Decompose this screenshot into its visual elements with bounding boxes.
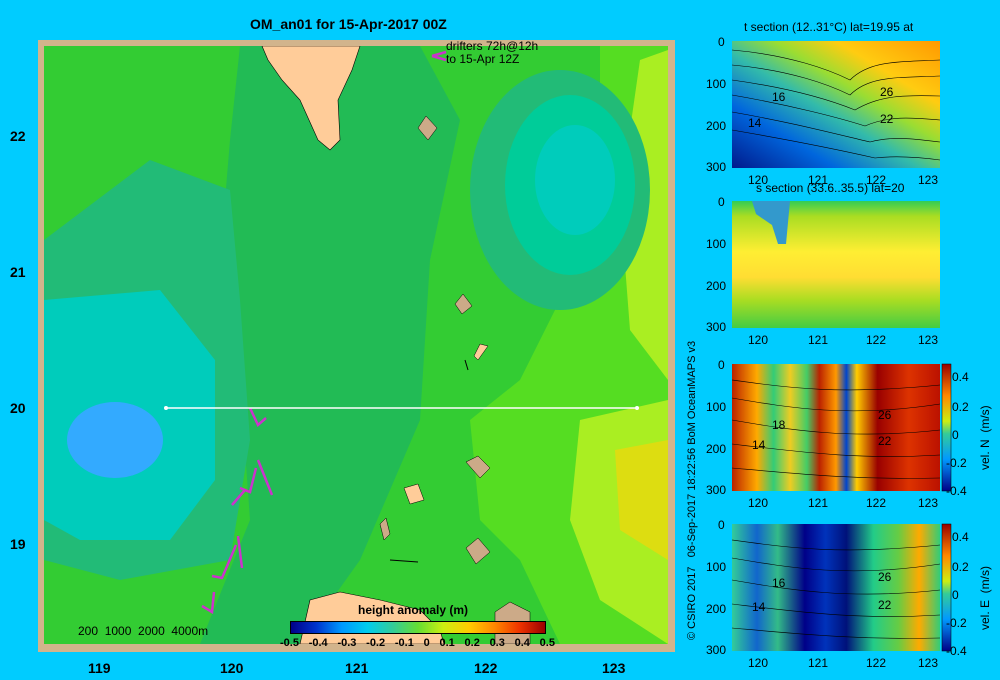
section-line-start (164, 406, 168, 410)
vele-cb-label: vel. E (m/s) (978, 565, 992, 630)
section-line-end (635, 406, 639, 410)
vele-x-tick: 120 (748, 656, 769, 670)
veln-y-tick: 100 (706, 400, 727, 414)
veln-colorbar (941, 363, 952, 492)
map-x-tick: 121 (345, 660, 369, 676)
veln-cb-tick: 0 (952, 428, 959, 442)
t-section-field (732, 41, 940, 168)
vele-cb-tick: -0.4 (946, 644, 967, 658)
vele-cb-tick: 0 (952, 588, 959, 602)
vele-y-tick: 100 (706, 560, 727, 574)
colorbar-tick: 0.2 (464, 637, 480, 649)
t-x-tick: 122 (866, 173, 887, 187)
colorbar-tick: -0.5 (280, 637, 299, 649)
veln-x-tick: 123 (918, 496, 939, 510)
veln-cb-tick: -0.4 (946, 484, 967, 498)
section-panels (731, 41, 952, 652)
drifter-note: drifters 72h@12h to 15-Apr 12Z (446, 40, 538, 66)
veln-section-field (732, 364, 940, 491)
vele-cb-tick: 0.4 (952, 530, 969, 544)
veln-cb-tick: 0.2 (952, 400, 969, 414)
t-y-tick: 200 (706, 119, 727, 133)
veln-cb-tick: 0.4 (952, 370, 969, 384)
t-contour-label: 16 (772, 90, 786, 104)
colorbar-tick: 0 (423, 637, 430, 649)
depth-legend: 200 1000 2000 4000m (78, 624, 209, 638)
colorbar-title: height anomaly (m) (358, 603, 469, 617)
s-y-tick: 300 (706, 320, 727, 334)
vele-x-tick: 121 (808, 656, 829, 670)
t-contour-label: 26 (880, 85, 894, 99)
t-x-tick: 123 (918, 173, 939, 187)
contour-band (535, 125, 615, 235)
veln-contour-label: 26 (878, 408, 892, 422)
map-x-tick: 119 (88, 660, 111, 676)
vele-y-tick: 0 (718, 518, 725, 532)
vele-contour-label: 14 (752, 600, 766, 614)
height-colorbar (290, 621, 546, 634)
vele-cb-tick: -0.2 (946, 616, 967, 630)
t-y-tick: 0 (718, 35, 725, 49)
vele-section-field (732, 524, 940, 651)
drifter-note-line2: to 15-Apr 12Z (446, 52, 520, 66)
map-y-tick: 19 (10, 536, 26, 552)
colorbar-tick: -0.3 (337, 637, 357, 649)
s-x-tick: 123 (918, 333, 939, 347)
s-x-tick: 121 (808, 333, 829, 347)
vele-colorbar (941, 523, 952, 652)
veln-x-tick: 122 (866, 496, 887, 510)
veln-contour-label: 18 (772, 418, 786, 432)
map-y-tick: 21 (10, 264, 26, 280)
colorbar-tick: -0.4 (308, 637, 328, 649)
t-contour-label: 14 (748, 116, 762, 130)
t-contour-label: 22 (880, 112, 894, 126)
s-x-tick: 122 (866, 333, 887, 347)
map-y-tick: 22 (10, 128, 26, 144)
vele-contour-label: 22 (878, 598, 892, 612)
vele-x-tick: 122 (866, 656, 887, 670)
colorbar-tick: 0.1 (439, 637, 455, 649)
s-y-tick: 100 (706, 237, 727, 251)
t-x-tick: 121 (808, 173, 829, 187)
map-x-tick: 120 (220, 660, 244, 676)
map-x-tick: 123 (602, 660, 626, 676)
t-y-tick: 100 (706, 77, 727, 91)
s-y-tick: 200 (706, 279, 727, 293)
veln-contour-label: 22 (878, 434, 892, 448)
veln-contour-label: 14 (752, 438, 766, 452)
veln-cb-label: vel. N (m/s) (978, 405, 992, 470)
contour-band (67, 402, 163, 478)
veln-y-tick: 200 (706, 442, 727, 456)
s-section-field (732, 201, 940, 328)
vele-cb-tick: 0.2 (952, 560, 969, 574)
colorbar-tick: -0.2 (366, 637, 386, 649)
vele-y-tick: 200 (706, 602, 727, 616)
vele-contour-label: 26 (878, 570, 892, 584)
veln-x-tick: 121 (808, 496, 829, 510)
colorbar-tick: -0.1 (394, 637, 414, 649)
t-section-title: t section (12..31°C) lat=19.95 at (744, 20, 914, 34)
colorbar-tick: 0.3 (489, 637, 505, 649)
vele-y-tick: 300 (706, 643, 727, 657)
veln-x-tick: 120 (748, 496, 769, 510)
veln-y-tick: 0 (718, 358, 725, 372)
colorbar-ticks: -0.5 -0.4 -0.3 -0.2 -0.1 0 0.1 0.2 0.3 0… (280, 637, 555, 649)
t-y-tick: 300 (706, 160, 727, 174)
height-anomaly-map (38, 40, 675, 652)
t-x-tick: 120 (748, 173, 769, 187)
s-y-tick: 0 (718, 195, 725, 209)
veln-y-tick: 300 (706, 483, 727, 497)
map-x-tick: 122 (474, 660, 498, 676)
map-y-tick: 20 (10, 400, 26, 416)
veln-cb-tick: -0.2 (946, 456, 967, 470)
colorbar-tick: 0.4 (514, 637, 530, 649)
s-x-tick: 120 (748, 333, 769, 347)
vele-x-tick: 123 (918, 656, 939, 670)
vele-contour-label: 16 (772, 576, 786, 590)
colorbar-tick: 0.5 (539, 637, 555, 649)
